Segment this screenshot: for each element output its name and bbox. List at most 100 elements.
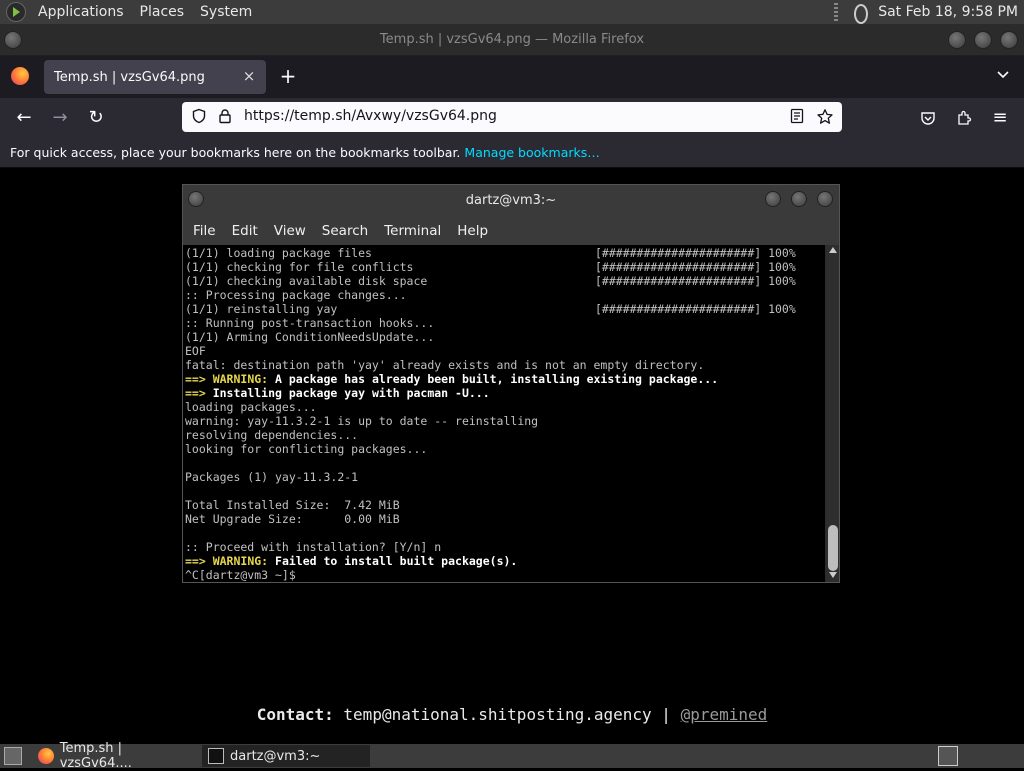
url-text[interactable]: https://temp.sh/Avxwy/vzsGv64.png — [244, 108, 497, 124]
scroll-up-icon — [829, 247, 837, 253]
bookmarks-prompt: For quick access, place your bookmarks h… — [10, 145, 461, 160]
panel-handle-icon — [834, 3, 839, 21]
terminal-maximize-icon — [791, 191, 807, 207]
window-menu-icon[interactable] — [4, 31, 22, 49]
terminal-scrollbar — [827, 245, 839, 582]
top-panel: Applications Places System Sat Feb 18, 9… — [0, 0, 1024, 24]
terminal-menu-view: View — [273, 223, 306, 239]
hamburger-menu-icon[interactable]: ≡ — [986, 104, 1014, 132]
firefox-icon — [38, 748, 54, 764]
minimize-button[interactable] — [948, 31, 966, 49]
terminal-line: warning: yay-11.3.2-1 is up to date -- r… — [185, 414, 823, 428]
applications-menu[interactable]: Applications — [30, 0, 132, 24]
terminal-line-progress: [######################] 100% — [595, 246, 796, 260]
terminal-menu-edit: Edit — [231, 223, 258, 239]
terminal-close-icon — [817, 191, 833, 207]
extensions-icon[interactable] — [950, 104, 978, 132]
tab-title: Temp.sh | vzsGv64.png — [54, 69, 205, 85]
terminal-window-menu-icon — [188, 191, 204, 207]
terminal-menu-file: File — [193, 223, 216, 239]
terminal-menu-terminal: Terminal — [384, 223, 442, 239]
close-window-button[interactable] — [1000, 31, 1018, 49]
terminal-line-bold: A package has already been built, instal… — [268, 372, 719, 386]
pocket-icon[interactable] — [914, 104, 942, 132]
terminal-line-progress: [######################] 100% — [595, 302, 796, 316]
places-menu[interactable]: Places — [132, 0, 193, 24]
forward-button[interactable]: → — [46, 104, 74, 132]
maximize-button[interactable] — [974, 31, 992, 49]
tab-active[interactable]: Temp.sh | vzsGv64.png × — [44, 60, 266, 94]
tab-bar: Temp.sh | vzsGv64.png × + — [0, 56, 1024, 98]
reader-view-icon[interactable] — [788, 108, 806, 126]
terminal-line-text: Net Upgrade Size: 0.00 MiB — [185, 512, 400, 526]
reload-button[interactable]: ↻ — [82, 104, 110, 132]
terminal-line: (1/1) checking for file conflicts [######… — [185, 260, 823, 274]
contact-label: Contact: — [256, 705, 334, 724]
manage-bookmarks-link[interactable]: Manage bookmarks… — [464, 145, 599, 160]
terminal-line: :: Running post-transaction hooks... — [185, 316, 823, 330]
terminal-line: Net Upgrade Size: 0.00 MiB — [185, 512, 823, 526]
scroll-down-icon — [829, 572, 837, 578]
volume-icon[interactable] — [848, 2, 870, 24]
terminal-line: EOF — [185, 344, 823, 358]
terminal-output: (1/1) loading package files [############… — [183, 245, 825, 582]
distro-logo-icon[interactable] — [6, 2, 26, 22]
shield-icon[interactable] — [190, 108, 208, 126]
bookmark-star-icon[interactable] — [816, 108, 834, 126]
top-panel-menus: Applications Places System — [30, 0, 260, 24]
window-titlebar[interactable]: Temp.sh | vzsGv64.png — Mozilla Firefox — [0, 24, 1024, 56]
terminal-line-text: EOF — [185, 344, 206, 358]
terminal-line-text: Packages (1) yay-11.3.2-1 — [185, 470, 359, 484]
terminal-menu-search: Search — [321, 223, 369, 239]
list-all-tabs-button[interactable] — [994, 66, 1012, 84]
taskbar-firefox-label: Temp.sh | vzsGv64.... — [59, 741, 132, 771]
terminal-line-text: ^C[dartz@vm3 ~]$ — [185, 568, 296, 582]
firefox-icon[interactable] — [11, 67, 29, 85]
terminal-line: fatal: destination path 'yay' already ex… — [185, 358, 823, 372]
terminal-line: ==> Installing package yay with pacman -… — [185, 386, 823, 400]
terminal-line: loading packages... — [185, 400, 823, 414]
lock-icon[interactable] — [216, 108, 234, 126]
terminal-line-warn: WARNING: — [212, 372, 269, 386]
show-desktop-icon[interactable] — [4, 747, 22, 765]
terminal-line-text: (1/1) checking for file conflicts — [185, 260, 414, 274]
terminal-line-bold: Installing package yay with pacman -U... — [212, 386, 490, 400]
system-menu[interactable]: System — [192, 0, 260, 24]
workspace-switcher[interactable] — [938, 746, 958, 766]
bookmarks-toolbar: For quick access, place your bookmarks h… — [0, 138, 1024, 168]
terminal-line-bold: Failed to install built package(s). — [268, 554, 518, 568]
top-panel-tray: Sat Feb 18, 9:58 PM — [834, 2, 1024, 24]
terminal-line-text: fatal: destination path 'yay' already ex… — [185, 358, 705, 372]
terminal-line-text: :: Running post-transaction hooks... — [185, 316, 435, 330]
taskbar-firefox[interactable]: Temp.sh | vzsGv64.... — [32, 741, 196, 771]
terminal-line-text: :: Proceed with installation? [Y/n] n — [185, 540, 442, 554]
window-title: Temp.sh | vzsGv64.png — Mozilla Firefox — [379, 32, 645, 47]
tab-close-icon[interactable]: × — [240, 67, 258, 85]
terminal-line: looking for conflicting packages... — [185, 442, 823, 456]
contact-footer: Contact: temp@national.shitposting.agenc… — [0, 705, 1024, 724]
terminal-line-text: :: Processing package changes... — [185, 288, 407, 302]
terminal-line-text: (1/1) loading package files — [185, 246, 372, 260]
terminal-line: resolving dependencies... — [185, 428, 823, 442]
terminal-title: dartz@vm3:~ — [465, 193, 557, 208]
bottom-taskbar: Temp.sh | vzsGv64.... dartz@vm3:~ — [0, 741, 1024, 771]
contact-email: temp@national.shitposting.agency | — [333, 705, 681, 724]
contact-handle-link[interactable]: @premined — [681, 705, 768, 724]
terminal-line-arrow: ==> — [185, 372, 213, 386]
terminal-line: Total Installed Size: 7.42 MiB — [185, 498, 823, 512]
terminal-line-text: (1/1) Arming ConditionNeedsUpdate... — [185, 330, 435, 344]
clock[interactable]: Sat Feb 18, 9:58 PM — [878, 4, 1018, 20]
back-button[interactable]: ← — [10, 104, 38, 132]
terminal-line: (1/1) checking available disk space [####… — [185, 274, 823, 288]
terminal-line: (1/1) reinstalling yay [#################… — [185, 302, 823, 316]
new-tab-button[interactable]: + — [276, 65, 300, 89]
terminal-line: :: Proceed with installation? [Y/n] n — [185, 540, 823, 554]
terminal-titlebar: dartz@vm3:~ — [183, 185, 839, 217]
url-bar[interactable]: https://temp.sh/Avxwy/vzsGv64.png — [182, 102, 842, 132]
terminal-line-arrow: ==> — [185, 554, 213, 568]
terminal-window-image[interactable]: dartz@vm3:~ File Edit View Search Termin… — [182, 184, 840, 583]
taskbar-terminal[interactable]: dartz@vm3:~ — [202, 745, 370, 767]
